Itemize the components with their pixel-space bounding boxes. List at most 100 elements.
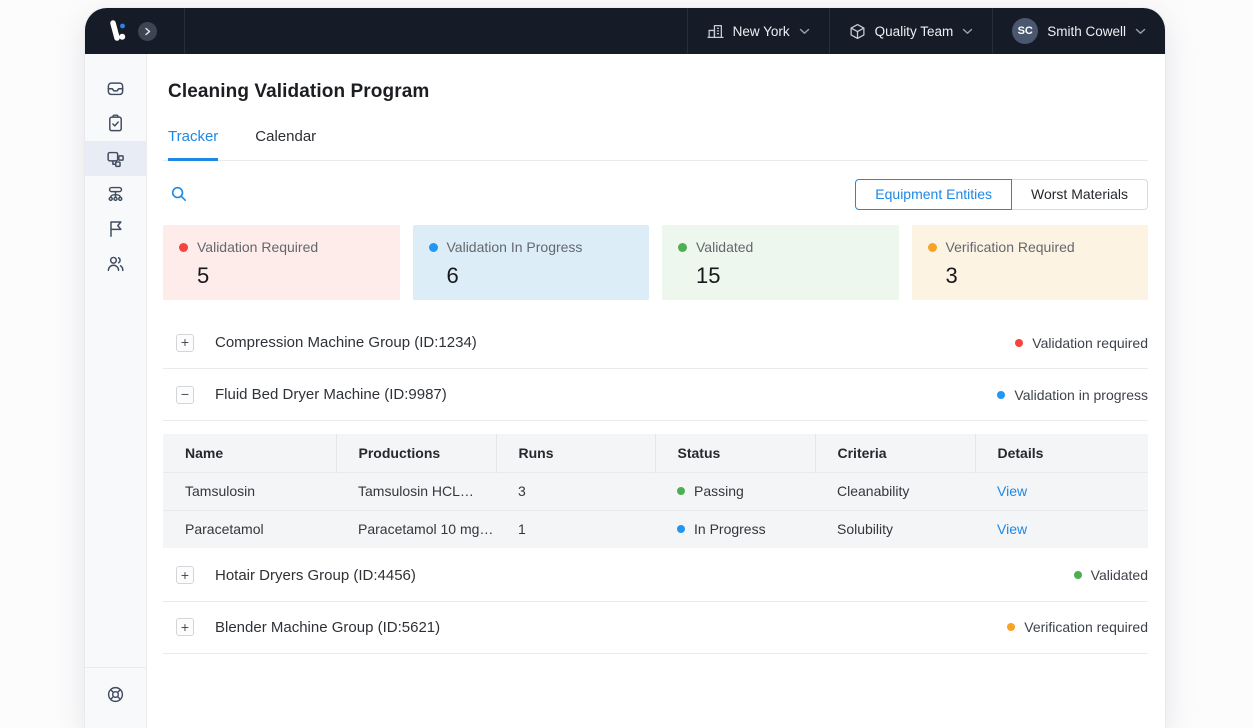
card-verification-required[interactable]: Verification Required 3 [912, 225, 1149, 300]
app-logo-icon [106, 19, 130, 43]
collapse-button[interactable]: − [176, 386, 194, 404]
sidebar-item-audits[interactable] [85, 106, 146, 141]
group-status-label: Validation required [1032, 335, 1148, 351]
card-label: Verification Required [946, 239, 1075, 255]
workflow-icon [106, 149, 125, 168]
materials-table: Name Productions Runs Status Criteria De… [163, 434, 1148, 548]
card-label: Validation Required [197, 239, 318, 255]
group-row-fluid-bed-dryer[interactable]: − Fluid Bed Dryer Machine (ID:9987) Vali… [163, 369, 1148, 421]
users-icon [106, 254, 125, 273]
location-selector[interactable]: New York [687, 8, 829, 54]
lifebuoy-icon [106, 685, 125, 704]
view-toggle: Equipment Entities Worst Materials [855, 179, 1148, 210]
cell-name: Tamsulosin [163, 472, 336, 510]
cell-name: Paracetamol [163, 510, 336, 548]
expand-button[interactable]: + [176, 566, 194, 584]
cell-productions: Paracetamol 10 mg… [336, 510, 496, 548]
cell-productions: Tamsulosin HCL… [336, 472, 496, 510]
team-selector[interactable]: Quality Team [829, 8, 993, 54]
equipment-groups-list: + Compression Machine Group (ID:1234) Va… [163, 317, 1148, 654]
card-count: 5 [197, 263, 384, 289]
chevron-down-icon [962, 28, 973, 35]
chevron-down-icon [799, 28, 810, 35]
group-row-compression-machine[interactable]: + Compression Machine Group (ID:1234) Va… [163, 317, 1148, 369]
column-header-name: Name [163, 434, 336, 472]
chevron-down-icon [1135, 28, 1146, 35]
group-label: Hotair Dryers Group (ID:4456) [215, 567, 1074, 584]
avatar: SC [1012, 18, 1038, 44]
column-header-runs: Runs [496, 434, 655, 472]
status-dot [1015, 339, 1023, 347]
building-icon [707, 23, 724, 40]
table-row: Paracetamol Paracetamol 10 mg… 1 In Prog… [163, 510, 1148, 548]
card-count: 6 [447, 263, 634, 289]
sidebar-expand-button[interactable] [138, 22, 157, 41]
expand-button[interactable]: + [176, 618, 194, 636]
column-header-details: Details [975, 434, 1148, 472]
status-dot [429, 243, 438, 252]
main-content: Cleaning Validation Program Tracker Cale… [147, 54, 1165, 728]
summary-cards: Validation Required 5 Validation In Prog… [163, 225, 1148, 300]
cell-details: View [975, 510, 1148, 548]
group-label: Fluid Bed Dryer Machine (ID:9987) [215, 386, 997, 403]
page-title: Cleaning Validation Program [168, 81, 1148, 103]
chevron-right-icon [143, 27, 152, 36]
status-dot [677, 525, 685, 533]
cell-runs: 3 [496, 472, 655, 510]
table-header-row: Name Productions Runs Status Criteria De… [163, 434, 1148, 472]
view-details-link[interactable]: View [997, 483, 1027, 499]
view-details-link[interactable]: View [997, 521, 1027, 537]
cell-details: View [975, 472, 1148, 510]
column-header-productions: Productions [336, 434, 496, 472]
search-button[interactable] [166, 181, 192, 207]
group-status-label: Verification required [1024, 619, 1148, 635]
inbox-icon [106, 79, 125, 98]
sidebar [85, 54, 147, 728]
card-count: 15 [696, 263, 883, 289]
sidebar-item-programs[interactable] [85, 141, 146, 176]
user-menu[interactable]: SC Smith Cowell [992, 8, 1165, 54]
group-row-hotair-dryers[interactable]: + Hotair Dryers Group (ID:4456) Validate… [163, 550, 1148, 602]
group-status: Validated [1074, 567, 1148, 583]
team-label: Quality Team [875, 24, 954, 39]
toolbar: Equipment Entities Worst Materials [163, 178, 1148, 210]
group-status-label: Validation in progress [1014, 387, 1148, 403]
sidebar-footer [85, 667, 146, 728]
card-validation-required[interactable]: Validation Required 5 [163, 225, 400, 300]
toggle-worst-materials[interactable]: Worst Materials [1011, 179, 1148, 210]
status-dot [1007, 623, 1015, 631]
sidebar-item-inbox[interactable] [85, 71, 146, 106]
expand-button[interactable]: + [176, 334, 194, 352]
group-label: Blender Machine Group (ID:5621) [215, 619, 1007, 636]
tab-bar: Tracker Calendar [163, 128, 1148, 161]
topbar: New York Quality Team SC [85, 8, 1165, 54]
app-window: New York Quality Team SC [85, 8, 1165, 728]
cell-criteria: Solubility [815, 510, 975, 548]
sidebar-item-flags[interactable] [85, 211, 146, 246]
card-validation-in-progress[interactable]: Validation In Progress 6 [413, 225, 650, 300]
cell-runs: 1 [496, 510, 655, 548]
group-row-blender-machine[interactable]: + Blender Machine Group (ID:5621) Verifi… [163, 602, 1148, 654]
location-label: New York [733, 24, 790, 39]
tab-calendar[interactable]: Calendar [255, 128, 316, 161]
topbar-controls: New York Quality Team SC [687, 8, 1165, 54]
status-dot [678, 243, 687, 252]
sitemap-icon [106, 184, 125, 203]
status-dot [677, 487, 685, 495]
cell-criteria: Cleanability [815, 472, 975, 510]
status-label: In Progress [694, 521, 766, 537]
clipboard-check-icon [106, 114, 125, 133]
table-row: Tamsulosin Tamsulosin HCL… 3 Passing Cle… [163, 472, 1148, 510]
status-label: Passing [694, 483, 744, 499]
cube-icon [849, 23, 866, 40]
card-validated[interactable]: Validated 15 [662, 225, 899, 300]
toggle-equipment-entities[interactable]: Equipment Entities [855, 179, 1012, 210]
sidebar-item-hierarchy[interactable] [85, 176, 146, 211]
tab-tracker[interactable]: Tracker [168, 128, 218, 161]
flag-icon [106, 219, 125, 238]
cell-status: Passing [655, 472, 815, 510]
group-status: Validation in progress [997, 387, 1148, 403]
sidebar-item-teams[interactable] [85, 246, 146, 281]
group-label: Compression Machine Group (ID:1234) [215, 334, 1015, 351]
card-count: 3 [946, 263, 1133, 289]
